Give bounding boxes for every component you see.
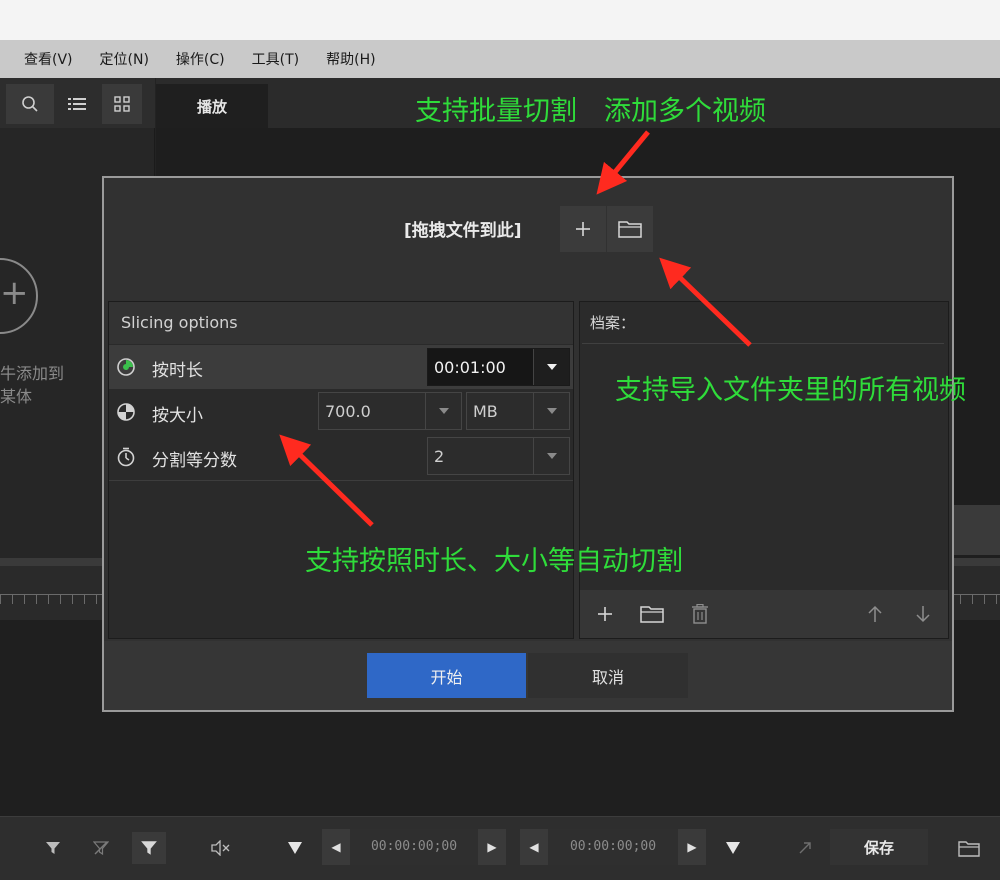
pie-icon — [116, 402, 136, 422]
timecode-out[interactable]: ◀ 00:00:00;00 ▶ — [520, 829, 706, 865]
caret-down-icon — [546, 408, 557, 414]
arrow-down-icon — [916, 606, 930, 623]
clear-filter-button[interactable] — [86, 832, 116, 864]
timer-icon — [116, 447, 136, 467]
dropdown-button-2[interactable] — [533, 393, 569, 429]
duration-select[interactable]: 00:01:00 — [427, 348, 570, 386]
option-label: 按时长 — [152, 361, 203, 381]
save-button[interactable]: 保存 — [830, 829, 928, 865]
size-input[interactable]: 700.0 — [318, 392, 462, 430]
unit-value: MB — [473, 401, 498, 421]
duration-value: 00:01:00 — [434, 357, 506, 377]
export-link-button[interactable] — [790, 832, 820, 864]
export-icon — [799, 842, 811, 854]
option-label-3: 分割等分数 — [152, 451, 237, 471]
dropdown-button-3[interactable] — [533, 438, 569, 474]
filter-off-icon — [93, 841, 109, 856]
folder-icon — [640, 606, 664, 623]
caret-down-icon — [546, 453, 557, 459]
add-media-text-2: 某体 — [0, 387, 33, 406]
menu-operation[interactable]: 操作(C) — [176, 49, 225, 69]
grid-view-button[interactable] — [102, 84, 142, 124]
menu-locate[interactable]: 定位(N) — [100, 49, 149, 69]
mute-button[interactable] — [204, 832, 236, 864]
move-up-button[interactable] — [854, 595, 896, 633]
add-media-text: 牛添加到 — [0, 364, 65, 383]
grid-icon — [114, 96, 130, 112]
tab-play[interactable]: 播放 — [156, 84, 268, 128]
search-button[interactable] — [6, 84, 54, 124]
add-folder-button[interactable] — [607, 206, 653, 252]
timecode-in-value: 00:00:00;00 — [350, 829, 478, 865]
annotation-folder: 支持导入文件夹里的所有视频 — [615, 375, 966, 406]
stepper-button[interactable] — [425, 393, 461, 429]
mark-in-button[interactable] — [280, 832, 310, 864]
triangle-down-icon-2 — [726, 842, 740, 854]
side-strip — [950, 505, 1000, 555]
caret-down-icon — [546, 364, 557, 370]
dropdown-button[interactable] — [533, 349, 569, 385]
mark-out-button[interactable] — [718, 832, 748, 864]
folder-icon — [958, 841, 980, 857]
timecode-out-value: 00:00:00;00 — [548, 829, 678, 865]
drop-zone-label[interactable]: [拖拽文件到此] — [404, 216, 522, 241]
timecode-in[interactable]: ◀ 00:00:00;00 ▶ — [322, 829, 506, 865]
list-icon — [68, 98, 86, 110]
menu-view[interactable]: 查看(V) — [24, 49, 73, 69]
delete-button[interactable] — [679, 595, 721, 633]
triangle-down-icon — [288, 842, 302, 854]
filter-active-button[interactable] — [132, 832, 166, 864]
open-folder-button[interactable] — [952, 832, 986, 864]
folder-icon — [618, 221, 642, 238]
menu-tools[interactable]: 工具(T) — [252, 49, 299, 69]
add-file-button[interactable] — [584, 595, 626, 633]
next-frame-icon-2[interactable]: ▶ — [678, 840, 706, 854]
files-panel — [579, 301, 949, 639]
caret-down-icon — [438, 408, 449, 414]
parts-value: 2 — [434, 446, 445, 466]
prev-frame-icon[interactable]: ◀ — [322, 840, 350, 854]
slicing-options-header: Slicing options — [109, 302, 573, 344]
parts-select[interactable]: 2 — [427, 437, 570, 475]
window-top-band — [0, 0, 1000, 40]
search-icon — [22, 96, 38, 112]
mute-icon — [211, 840, 230, 856]
list-view-button[interactable] — [58, 84, 96, 124]
next-frame-icon[interactable]: ▶ — [478, 840, 506, 854]
menu-help[interactable]: 帮助(H) — [326, 49, 375, 69]
annotation-batch: 支持批量切割 添加多个视频 — [415, 96, 766, 127]
option-label-2: 按大小 — [152, 406, 203, 426]
cancel-button[interactable]: 取消 — [528, 653, 688, 698]
options-divider — [109, 480, 573, 481]
size-value: 700.0 — [325, 401, 371, 421]
trash-icon — [692, 604, 708, 624]
plus-icon: + — [0, 273, 29, 313]
plus-icon — [576, 222, 590, 236]
arrow-up-icon — [868, 605, 882, 622]
add-folder-button-2[interactable] — [631, 595, 673, 633]
filter-icon — [46, 842, 60, 854]
start-button[interactable]: 开始 — [367, 653, 526, 698]
move-down-button[interactable] — [902, 595, 944, 633]
plus-icon — [598, 607, 612, 621]
unit-select[interactable]: MB — [466, 392, 570, 430]
annotation-auto: 支持按照时长、大小等自动切割 — [305, 546, 683, 577]
files-header: 档案： — [582, 304, 944, 344]
prev-frame-icon-2[interactable]: ◀ — [520, 840, 548, 854]
menubar: 查看(V) 定位(N) 操作(C) 工具(T) 帮助(H) — [0, 40, 1000, 78]
clock-green-icon — [116, 357, 136, 377]
funnel-icon — [141, 841, 157, 855]
add-files-button[interactable] — [560, 206, 606, 252]
filter-button[interactable] — [38, 832, 68, 864]
